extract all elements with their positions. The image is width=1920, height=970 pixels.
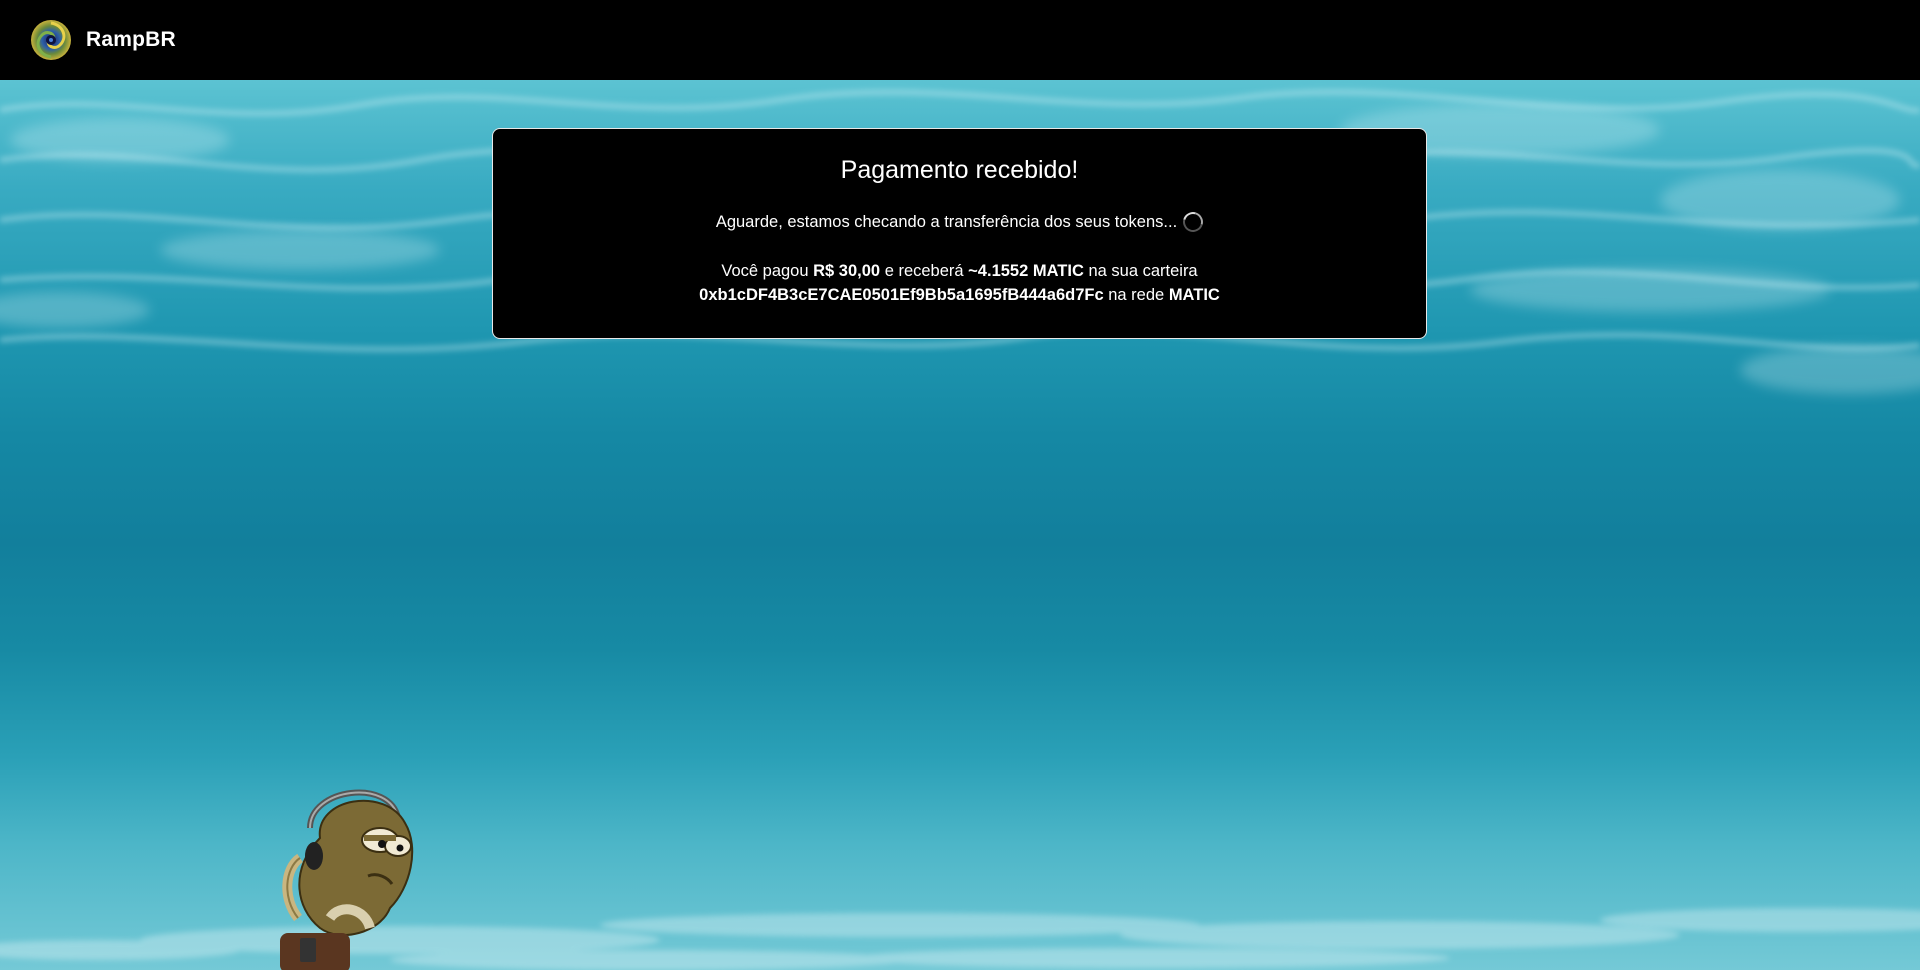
- payment-summary: Você pagou R$ 30,00 e receberá ~4.1552 M…: [493, 259, 1426, 307]
- loading-spinner-icon: [1179, 208, 1207, 236]
- wallet-address: 0xb1cDF4B3cE7CAE0501Ef9Bb5a1695fB444a6d7…: [699, 286, 1104, 304]
- payment-status-card: Pagamento recebido! Aguarde, estamos che…: [492, 128, 1427, 339]
- summary-prefix: Você pagou: [721, 262, 809, 280]
- swirl-logo-icon[interactable]: [30, 19, 72, 61]
- status-text: Aguarde, estamos checando a transferênci…: [715, 213, 1178, 231]
- summary-network-text: na rede: [1108, 286, 1165, 304]
- network-name: MATIC: [1168, 286, 1220, 304]
- status-line: Aguarde, estamos checando a transferênci…: [493, 208, 1426, 236]
- brand-name[interactable]: RampBR: [86, 28, 176, 52]
- fish-mascot-image: [270, 768, 430, 970]
- navbar: RampBR: [0, 0, 1920, 80]
- summary-wallet-text: na sua carteira: [1088, 262, 1198, 280]
- summary-mid: e receberá: [884, 262, 964, 280]
- card-title: Pagamento recebido!: [840, 156, 1079, 184]
- amount-received: ~4.1552 MATIC: [968, 262, 1084, 280]
- amount-paid: R$ 30,00: [813, 262, 881, 280]
